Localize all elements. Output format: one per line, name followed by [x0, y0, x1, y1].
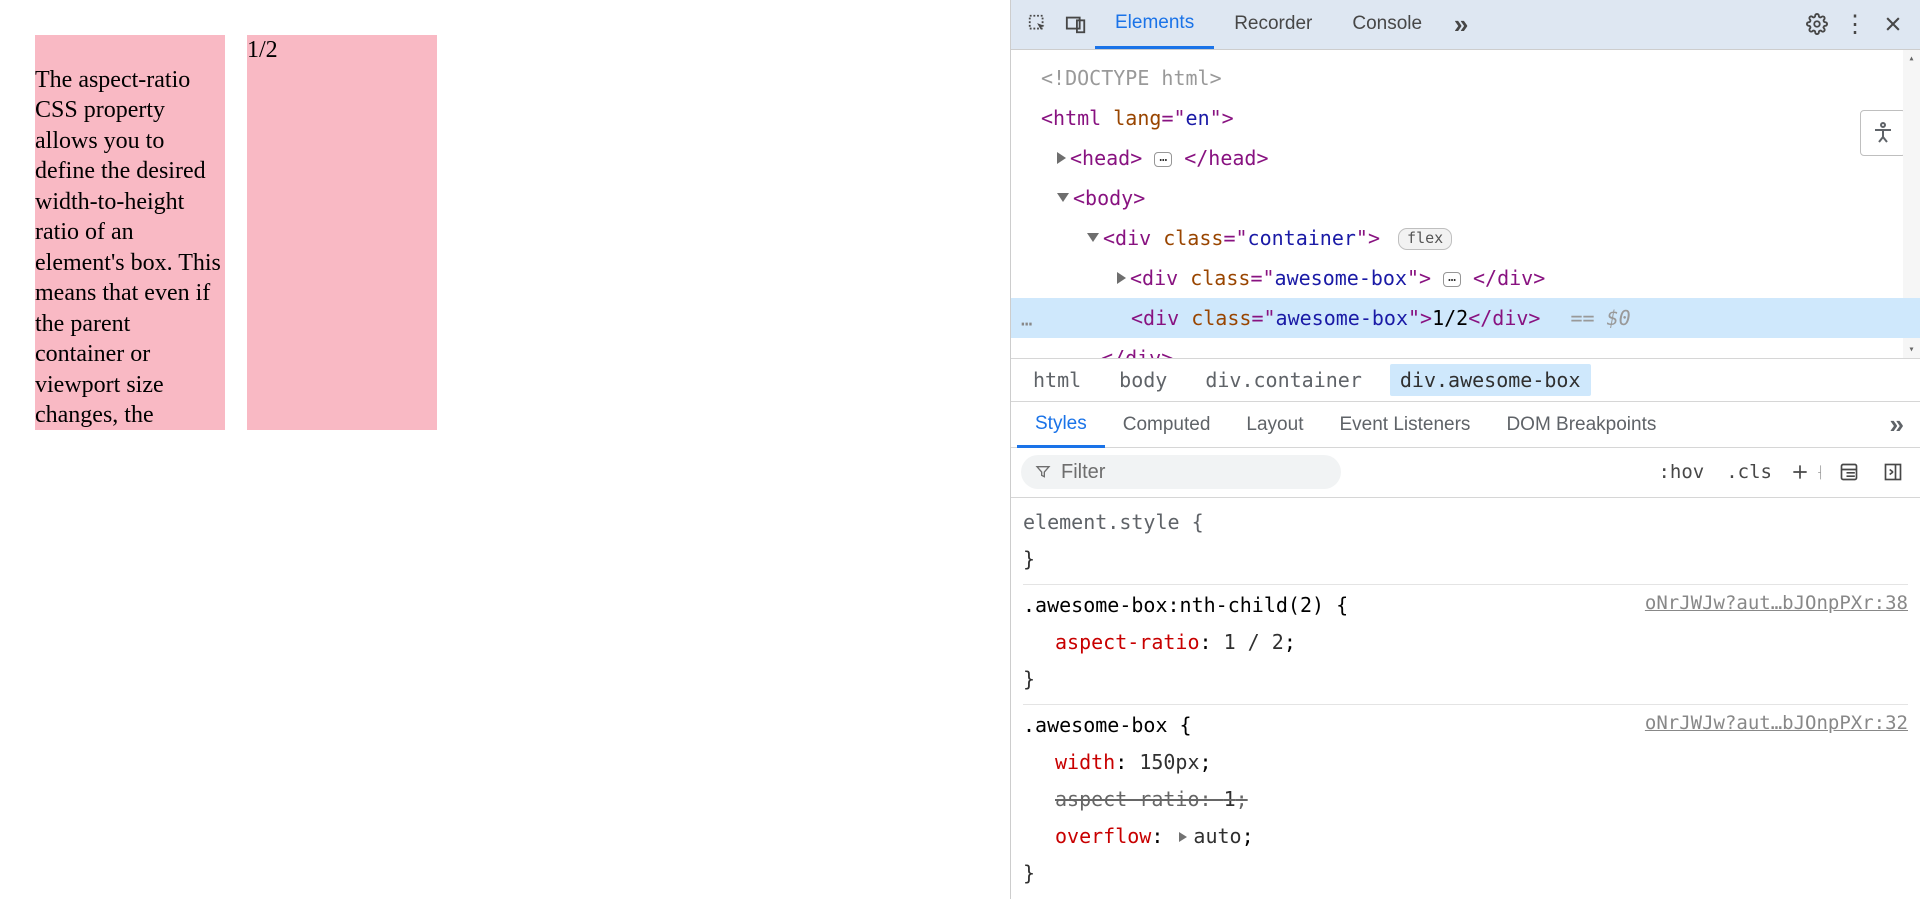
- dom-box-2-selected[interactable]: ⋯ <div class="awesome-box">1/2</div> == …: [1011, 298, 1920, 338]
- inspect-icon[interactable]: [1019, 13, 1057, 35]
- tab-layout[interactable]: Layout: [1228, 402, 1321, 447]
- devtools-panel: Elements Recorder Console » ⋮ ▴ ▾ <!DOCT…: [1010, 0, 1920, 899]
- crumb-html[interactable]: html: [1023, 364, 1091, 396]
- close-icon[interactable]: [1874, 14, 1912, 34]
- prop-width[interactable]: width: 150px;: [1023, 744, 1908, 781]
- styles-overflow-icon[interactable]: »: [1880, 409, 1914, 440]
- prop-aspect-ratio-overridden[interactable]: aspect-ratio: 1;: [1023, 781, 1908, 818]
- flex-badge[interactable]: flex: [1398, 228, 1452, 250]
- prop-overflow[interactable]: overflow: auto;: [1023, 818, 1908, 855]
- toggle-sidebar-icon[interactable]: [1876, 462, 1910, 482]
- selector-nth-child[interactable]: .awesome-box:nth-child(2) {: [1023, 593, 1348, 617]
- selector-awesome-box[interactable]: .awesome-box {: [1023, 713, 1192, 737]
- rule-nth-child[interactable]: oNrJWJw?aut…bJOnpPXr:38 .awesome-box:nth…: [1023, 585, 1908, 705]
- filter-placeholder: Filter: [1061, 461, 1105, 484]
- tab-styles[interactable]: Styles: [1017, 403, 1105, 448]
- tab-elements[interactable]: Elements: [1095, 1, 1214, 50]
- rule-source-link[interactable]: oNrJWJw?aut…bJOnpPXr:32: [1645, 705, 1908, 742]
- crumb-awesome-box[interactable]: div.awesome-box: [1390, 364, 1591, 396]
- styles-filter-bar: Filter :hov .cls ⸡: [1011, 448, 1920, 498]
- filter-input[interactable]: Filter: [1021, 455, 1341, 489]
- ellipsis-icon[interactable]: …: [1154, 152, 1172, 167]
- dom-box-1[interactable]: <div class="awesome-box"> … </div>: [1011, 258, 1920, 298]
- node-menu-icon[interactable]: ⋯: [1021, 304, 1032, 344]
- tab-computed[interactable]: Computed: [1105, 402, 1229, 447]
- rule-element-style[interactable]: element.style { }: [1023, 502, 1908, 585]
- selected-marker: == $0: [1571, 306, 1631, 330]
- tab-recorder[interactable]: Recorder: [1214, 0, 1332, 49]
- dom-container-close[interactable]: </div>: [1011, 338, 1920, 358]
- filter-icon: [1035, 464, 1051, 480]
- cls-toggle-button[interactable]: .cls: [1720, 461, 1778, 483]
- brace-close: }: [1023, 667, 1035, 691]
- kebab-menu-icon[interactable]: ⋮: [1836, 10, 1874, 39]
- awesome-box-1[interactable]: The aspect-ratio CSS property allows you…: [35, 35, 225, 430]
- settings-icon[interactable]: [1798, 13, 1836, 35]
- rendered-page: The aspect-ratio CSS property allows you…: [0, 0, 1010, 899]
- tab-console[interactable]: Console: [1332, 0, 1442, 49]
- tabs-overflow-icon[interactable]: »: [1442, 9, 1480, 40]
- hov-toggle-button[interactable]: :hov: [1652, 461, 1710, 483]
- dom-doctype[interactable]: <!DOCTYPE html>: [1011, 58, 1920, 98]
- ellipsis-icon[interactable]: …: [1443, 272, 1461, 287]
- computed-panel-icon[interactable]: [1832, 462, 1866, 482]
- selector-element-style[interactable]: element.style {: [1023, 510, 1204, 534]
- expand-shorthand-icon[interactable]: [1179, 832, 1187, 842]
- tab-event-listeners[interactable]: Event Listeners: [1321, 402, 1488, 447]
- accessibility-icon[interactable]: [1860, 110, 1906, 156]
- rule-awesome-box[interactable]: oNrJWJw?aut…bJOnpPXr:32 .awesome-box { w…: [1023, 705, 1908, 898]
- prop-aspect-ratio-2[interactable]: aspect-ratio: 1 / 2;: [1023, 624, 1908, 661]
- dom-tree[interactable]: ▴ ▾ <!DOCTYPE html> <html lang="en"> <he…: [1011, 50, 1920, 358]
- scroll-up-icon[interactable]: ▴: [1903, 50, 1920, 67]
- new-rule-icon[interactable]: ⸡: [1788, 462, 1822, 482]
- device-toolbar-icon[interactable]: [1057, 13, 1095, 35]
- brace-close: }: [1023, 861, 1035, 885]
- brace-close: }: [1023, 547, 1035, 571]
- dom-container[interactable]: <div class="container"> flex: [1011, 218, 1920, 258]
- dom-body[interactable]: <body>: [1011, 178, 1920, 218]
- scroll-down-icon[interactable]: ▾: [1903, 341, 1920, 358]
- breadcrumb: html body div.container div.awesome-box: [1011, 358, 1920, 403]
- crumb-body[interactable]: body: [1109, 364, 1177, 396]
- styles-rules[interactable]: element.style { } oNrJWJw?aut…bJOnpPXr:3…: [1011, 498, 1920, 899]
- rule-source-link[interactable]: oNrJWJw?aut…bJOnpPXr:38: [1645, 585, 1908, 622]
- tab-dom-breakpoints[interactable]: DOM Breakpoints: [1488, 402, 1674, 447]
- container: The aspect-ratio CSS property allows you…: [35, 35, 975, 430]
- dom-head[interactable]: <head> … </head>: [1011, 138, 1920, 178]
- dom-html[interactable]: <html lang="en">: [1011, 98, 1920, 138]
- devtools-tabbar: Elements Recorder Console » ⋮: [1011, 0, 1920, 50]
- awesome-box-2[interactable]: 1/2: [247, 35, 437, 430]
- crumb-container[interactable]: div.container: [1195, 364, 1372, 396]
- styles-tabbar: Styles Computed Layout Event Listeners D…: [1011, 402, 1920, 448]
